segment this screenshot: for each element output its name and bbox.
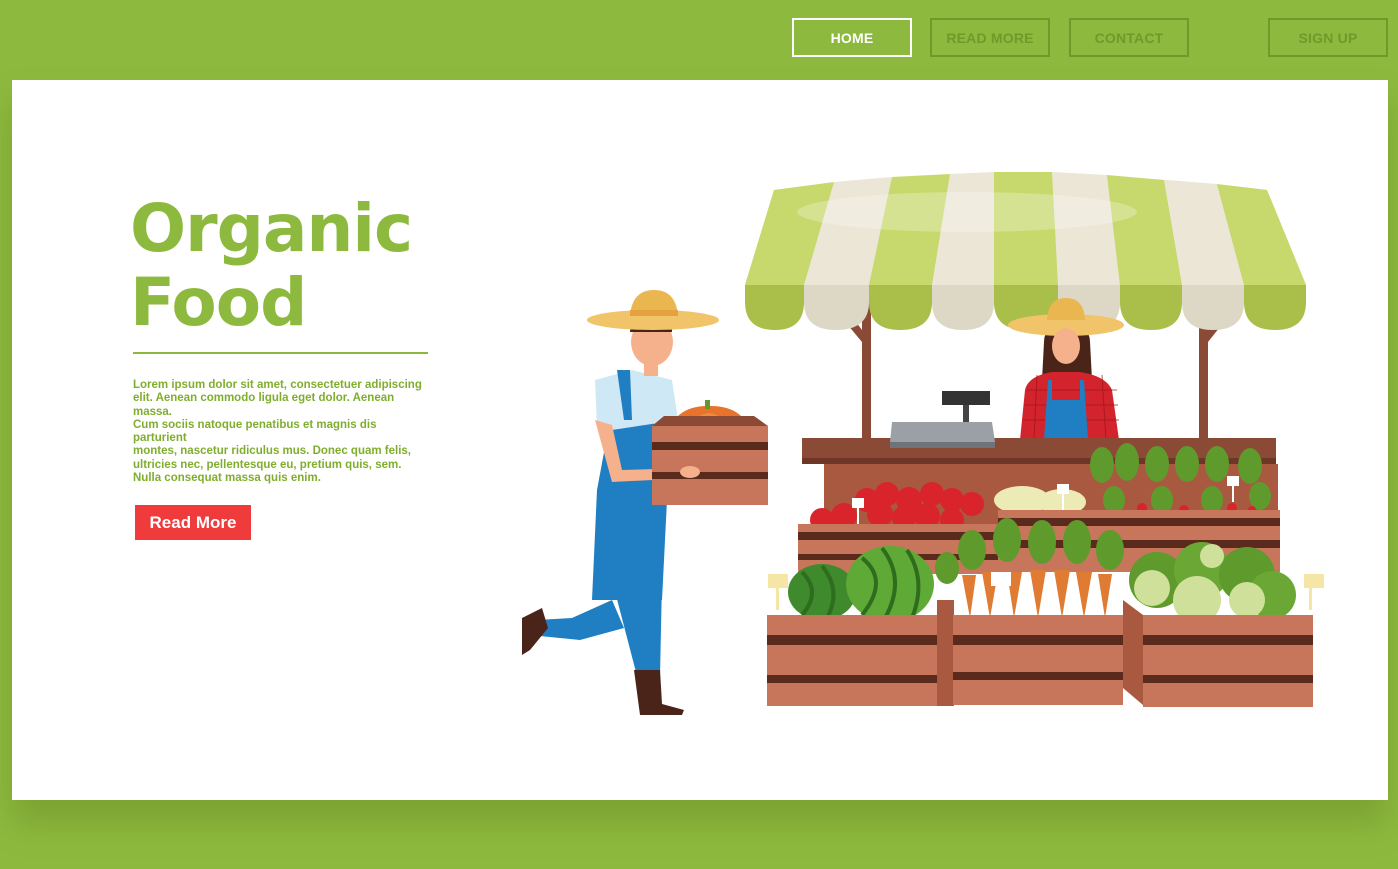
nav-contact-button[interactable]: CONTACT [1069, 18, 1189, 57]
farmer-figure [522, 290, 768, 715]
nav-home-button[interactable]: HOME [792, 18, 912, 57]
nav-sign-up-button[interactable]: SIGN UP [1268, 18, 1388, 57]
nav-read-more-button[interactable]: READ MORE [930, 18, 1050, 57]
market-stall-illustration [522, 172, 1324, 715]
stall-counter [802, 438, 1276, 464]
striped-awning [745, 172, 1306, 330]
hero-panel: Organic Food Lorem ipsum dolor sit amet,… [12, 80, 1388, 800]
weighing-scale [890, 391, 995, 448]
top-navigation-bar: HOME READ MORE CONTACT SIGN UP [0, 0, 1398, 80]
seller-figure [1008, 298, 1124, 441]
